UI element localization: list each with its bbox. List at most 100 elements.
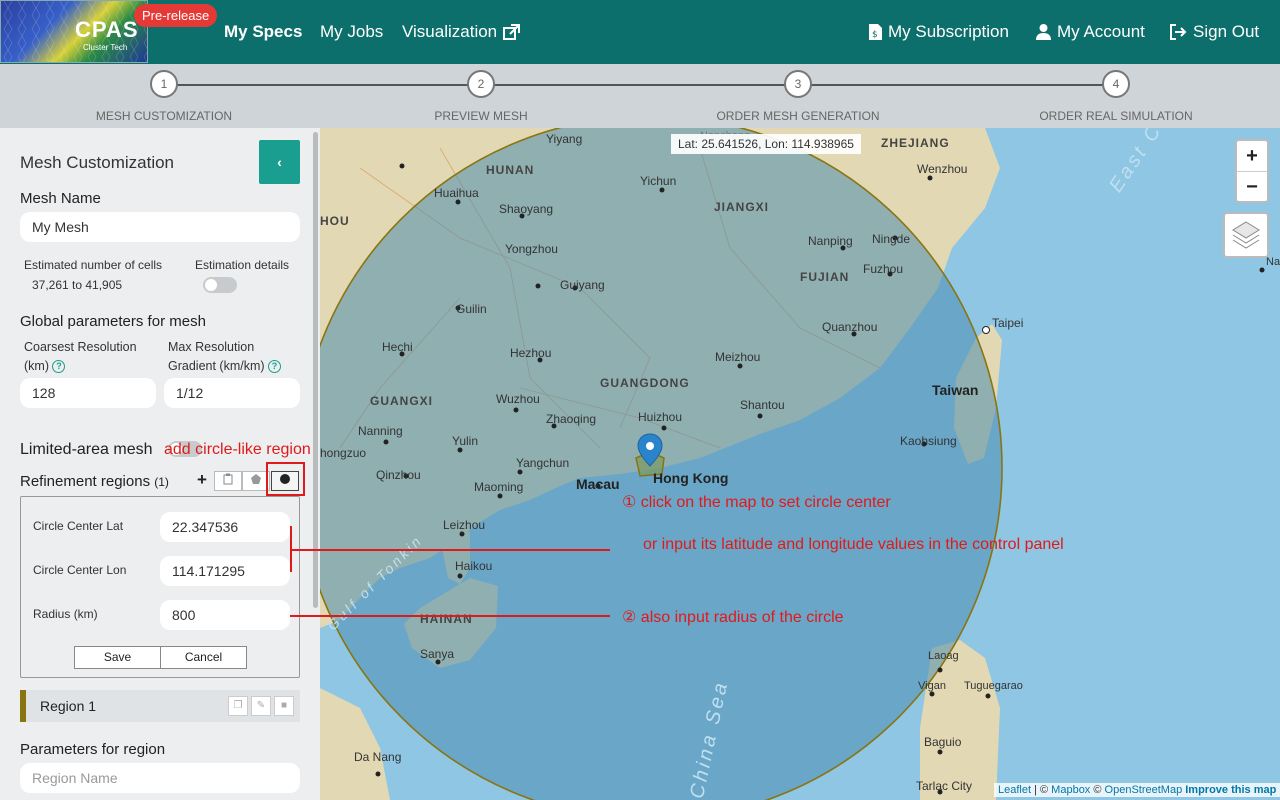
sidebar-scrollbar[interactable] <box>313 132 318 608</box>
layers-button[interactable] <box>1223 212 1269 258</box>
copy-icon[interactable]: ❐ <box>228 696 248 716</box>
osm-link[interactable]: OpenStreetMap <box>1105 784 1183 796</box>
land-vietnam <box>320 688 390 800</box>
step-3-label: ORDER MESH GENERATION <box>716 109 880 123</box>
place-label: hongzuo <box>320 446 367 460</box>
place-label: Macau <box>576 476 620 492</box>
progress-stepper: 1 2 3 4 MESH CUSTOMIZATION PREVIEW MESH … <box>0 64 1280 128</box>
nav-visualization[interactable]: Visualization <box>402 22 521 42</box>
place-label: Tarlac City <box>916 779 973 793</box>
zoom-out-button[interactable]: − <box>1237 171 1267 201</box>
annotation-click-map: ① click on the map to set circle center <box>622 494 891 511</box>
step-1-circle[interactable]: 1 <box>150 70 178 98</box>
nav-my-subscription-label: My Subscription <box>888 22 1009 41</box>
place-label: Quanzhou <box>822 320 878 334</box>
place-label: Tuguegarao <box>964 680 1023 692</box>
edit-icon[interactable]: ✎ <box>251 696 271 716</box>
leaflet-link[interactable]: Leaflet <box>998 784 1031 796</box>
est-cells-label: Estimated number of cells <box>24 258 163 272</box>
place-label: Kaohsiung <box>900 434 957 448</box>
logo-title: CPAS <box>75 17 139 42</box>
place-label: Haikou <box>455 559 493 573</box>
panel-title: Mesh Customization <box>20 153 175 172</box>
province-label: GUANGDONG <box>600 376 690 390</box>
province-label: JIANGXI <box>714 200 770 214</box>
step-4-label: ORDER REAL SIMULATION <box>1039 109 1193 123</box>
max-grad-input[interactable]: 1/12 <box>164 378 300 408</box>
map-view[interactable]: Yiyang Nanchang HUNAN ZHEJIANG Wenzhou H… <box>320 128 1280 800</box>
place-label: Hezhou <box>510 346 552 360</box>
annotation-add-circle: add circle-like region <box>164 441 311 458</box>
region-name-input[interactable]: Region Name <box>20 763 300 793</box>
coarsest-res-label: Coarsest Resolution <box>24 340 137 354</box>
chevron-left-icon: ‹ <box>277 154 282 170</box>
add-region-button[interactable]: + <box>197 470 207 490</box>
place-label: Ningde <box>872 232 911 246</box>
cancel-button[interactable]: Cancel <box>160 646 247 669</box>
place-label: Huaihua <box>434 186 479 200</box>
external-link-icon <box>503 24 521 40</box>
trash-icon[interactable]: ■ <box>274 696 294 716</box>
refinement-regions-text: Refinement regions <box>20 473 151 490</box>
step-4-circle[interactable]: 4 <box>1102 70 1130 98</box>
cpas-logo[interactable]: CPAS Cluster Tech <box>0 0 148 63</box>
annotation-pointer-line <box>290 549 610 551</box>
nav-my-subscription[interactable]: $ My Subscription <box>869 22 1009 42</box>
province-label: HOU <box>320 214 350 228</box>
max-grad-unit: Gradient (km/km) ? <box>168 359 282 374</box>
place-label: Baguio <box>924 735 962 749</box>
help-icon[interactable]: ? <box>268 360 282 374</box>
place-label: Guilin <box>456 302 487 316</box>
nav-visualization-label: Visualization <box>402 22 498 41</box>
mesh-name-label: Mesh Name <box>20 190 101 207</box>
svg-text:$: $ <box>872 30 878 40</box>
place-label: Nanning <box>358 424 403 438</box>
mesh-name-input[interactable]: My Mesh <box>20 212 300 242</box>
mapbox-link[interactable]: Mapbox <box>1051 784 1090 796</box>
map-base <box>320 128 1265 800</box>
radius-input[interactable]: 800 <box>160 600 290 630</box>
zoom-control: + − <box>1235 139 1269 203</box>
region-list-item[interactable]: Region 1 ❐ ✎ ■ <box>20 690 300 722</box>
est-details-toggle[interactable] <box>203 277 237 293</box>
province-label: HUNAN <box>486 163 535 177</box>
circle-lon-input[interactable]: 114.171295 <box>160 556 290 586</box>
invoice-dollar-icon: $ <box>869 24 882 40</box>
paste-region-button[interactable] <box>214 471 242 491</box>
annotation-or-input: or input its latitude and longitude valu… <box>643 536 1064 553</box>
cursor-coordinates: Lat: 25.641526, Lon: 114.938965 <box>671 134 861 154</box>
nav-sign-out[interactable]: Sign Out <box>1170 22 1259 42</box>
annotation-highlight-box <box>266 462 305 496</box>
coarsest-res-input[interactable]: 128 <box>20 378 156 408</box>
place-label: Shaoyang <box>499 202 554 216</box>
place-label: Yiyang <box>546 132 583 146</box>
place-label: Hong Kong <box>653 470 729 486</box>
place-label: Laoag <box>928 650 959 662</box>
place-label: Guiyang <box>560 278 605 292</box>
step-2-label: PREVIEW MESH <box>434 109 528 123</box>
attribution-separator: © <box>1090 784 1105 796</box>
collapse-panel-button[interactable]: ‹ <box>259 140 300 184</box>
nav-my-jobs[interactable]: My Jobs <box>320 22 383 42</box>
place-label: Taiwan <box>932 382 979 398</box>
params-for-region-label: Parameters for region <box>20 741 166 758</box>
sign-out-icon <box>1170 24 1187 40</box>
place-label: Huizhou <box>638 410 683 424</box>
refinement-regions-label: Refinement regions (1) <box>20 473 169 490</box>
nav-sign-out-label: Sign Out <box>1193 22 1260 41</box>
step-2-circle[interactable]: 2 <box>467 70 495 98</box>
circle-lat-input[interactable]: 22.347536 <box>160 512 290 542</box>
nav-my-account[interactable]: My Account <box>1036 22 1145 42</box>
nav-my-specs[interactable]: My Specs <box>224 22 302 42</box>
improve-map-link[interactable]: Improve this map <box>1185 784 1276 796</box>
max-grad-unit-text: Gradient (km/km) <box>168 359 265 373</box>
place-label: Vigan <box>918 680 946 692</box>
save-button[interactable]: Save <box>74 646 161 669</box>
logo-subtitle: Cluster Tech <box>83 43 128 52</box>
zoom-in-button[interactable]: + <box>1237 141 1267 171</box>
place-label: Fuzhou <box>863 262 904 276</box>
help-icon[interactable]: ? <box>52 360 66 374</box>
est-cells-value: 37,261 to 41,905 <box>32 278 123 292</box>
step-3-circle[interactable]: 3 <box>784 70 812 98</box>
place-label: Yulin <box>452 434 479 448</box>
